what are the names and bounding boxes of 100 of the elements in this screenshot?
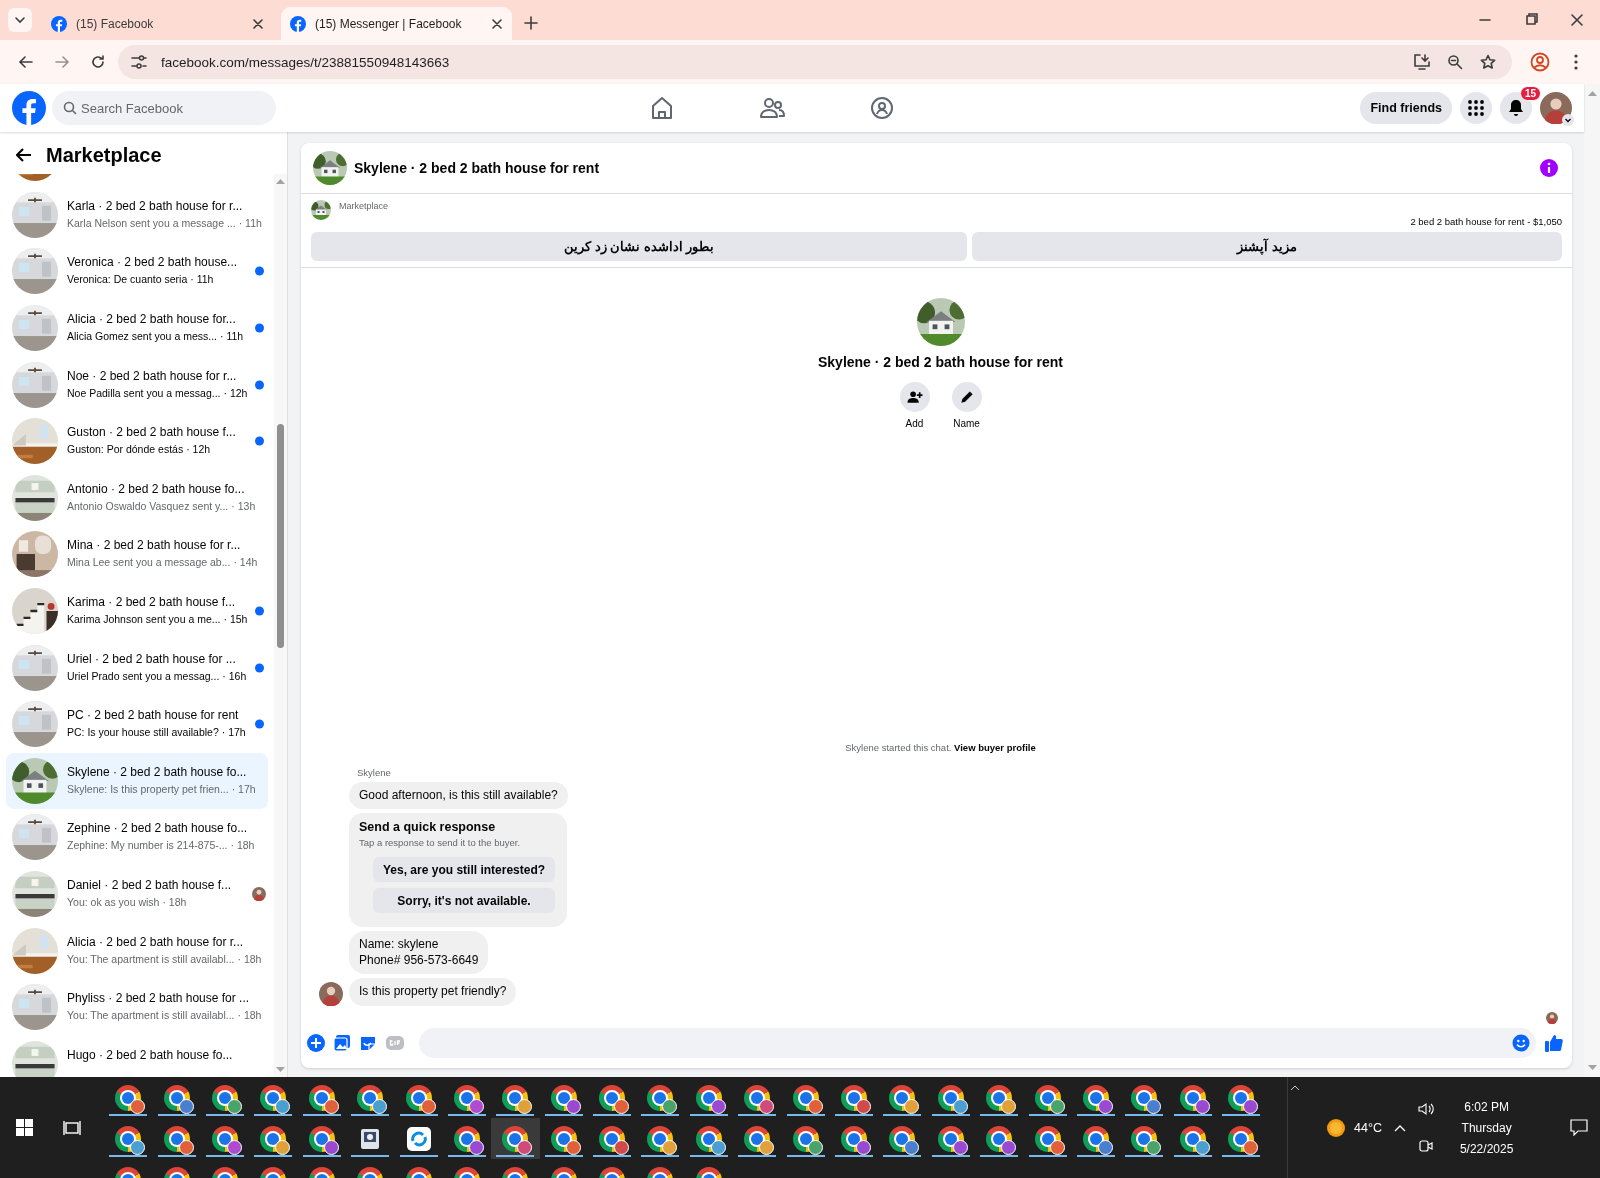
scrollbar-thumb[interactable]	[277, 424, 284, 648]
browser-icon[interactable]	[1131, 1084, 1158, 1111]
windows-start-icon[interactable]	[15, 1119, 33, 1136]
task-view-icon[interactable]	[63, 1119, 81, 1136]
browser-icon[interactable]	[744, 1084, 771, 1111]
conversation-item[interactable]: Alicia · 2 bed 2 bath house for... Alicia Gomez sent you a mess... · 11h	[6, 299, 268, 357]
notification-badge: 15	[1519, 86, 1541, 101]
browser-icon[interactable]	[260, 1125, 287, 1152]
browser-icon[interactable]	[357, 1084, 384, 1111]
more-icon[interactable]	[1574, 54, 1578, 70]
new-tab-icon[interactable]	[524, 16, 538, 30]
browser-icon[interactable]	[1228, 1125, 1255, 1152]
photo-icon[interactable]	[333, 1034, 351, 1052]
browser-icon[interactable]	[599, 1125, 626, 1152]
clock-day[interactable]: Thursday	[1461, 1120, 1512, 1135]
browser-tab[interactable]: (15) Facebook	[42, 7, 273, 40]
message-time: · 17h	[231, 782, 256, 795]
site-settings-icon[interactable]	[129, 54, 148, 70]
browser-icon[interactable]	[986, 1125, 1013, 1152]
caret-up-icon[interactable]	[1393, 1123, 1406, 1132]
browser-icon[interactable]	[1131, 1125, 1158, 1152]
browser-icon[interactable]	[841, 1125, 868, 1152]
back-arrow-icon[interactable]	[16, 148, 32, 162]
browser-icon[interactable]	[115, 1125, 142, 1152]
browser-icon[interactable]	[841, 1084, 868, 1111]
sync-icon[interactable]	[406, 1126, 431, 1151]
browser-icon[interactable]	[599, 1084, 626, 1111]
notification-icon[interactable]	[1570, 1119, 1588, 1136]
quick-reply-button[interactable]: Yes, are you still interested?	[373, 857, 556, 883]
conversation-item[interactable]: Alicia · 2 bed 2 bath house for r... You: The apartment is still availabl... · 18h	[6, 922, 268, 979]
sticker-icon[interactable]	[359, 1034, 377, 1052]
like-icon[interactable]	[1544, 1033, 1564, 1053]
clock-date[interactable]: 5/22/2025	[1459, 1141, 1514, 1156]
browser-icon[interactable]	[647, 1125, 674, 1152]
browser-icon[interactable]	[744, 1125, 771, 1152]
conversation-item[interactable]: PC · 2 bed 2 bath house for rent PC: Is your house still available? · 17h	[6, 695, 268, 753]
plus-icon[interactable]	[307, 1034, 325, 1052]
close-tab-icon[interactable]	[492, 18, 502, 29]
clock-time[interactable]: 6:02 PM	[1464, 1099, 1509, 1114]
message-input[interactable]	[419, 1028, 1536, 1058]
browser-icon[interactable]	[889, 1084, 916, 1111]
scroll-up-icon[interactable]	[1290, 1085, 1300, 1091]
profile-avatar	[1540, 92, 1572, 124]
browser-icon[interactable]	[1228, 1084, 1255, 1111]
volume-icon[interactable]	[1417, 1101, 1434, 1116]
emoji-icon[interactable]	[1512, 1034, 1530, 1052]
browser-icon[interactable]	[986, 1084, 1013, 1111]
conversation-item[interactable]: Karima · 2 bed 2 bath house f... Karima Johnson sent you a me... · 15h	[6, 582, 268, 640]
star-icon[interactable]	[1479, 54, 1496, 70]
facebook-logo-icon[interactable]	[51, 15, 67, 32]
menu-button[interactable]	[1460, 92, 1492, 124]
close-tab-icon[interactable]	[253, 18, 263, 29]
camera-icon[interactable]	[1418, 1137, 1433, 1154]
browser-icon[interactable]	[647, 1084, 674, 1111]
zoom-icon[interactable]	[1446, 54, 1463, 70]
message-time: · 11h	[220, 330, 244, 343]
browser-icon[interactable]	[115, 1084, 142, 1111]
conversation-item[interactable]: Antonio · 2 bed 2 bath house fo... Antonio Oswaldo Vasquez sent y... · 13h	[6, 469, 268, 527]
conversation-item[interactable]: Skylene · 2 bed 2 bath house fo... Skylene: Is this property pet frien... · 17h	[6, 752, 268, 810]
conversation-item[interactable]: Veronica · 2 bed 2 bath house... Veronica: De cuanto seria · 11h	[6, 243, 268, 300]
quick-reply-button[interactable]: Sorry, it's not available.	[373, 888, 556, 914]
conversation-title: Hugo · 2 bed 2 bath house fo...	[67, 1047, 233, 1063]
back-icon[interactable]	[18, 54, 34, 70]
facebook-logo-icon[interactable]	[290, 15, 306, 32]
grid-icon	[1468, 100, 1484, 116]
browser-icon[interactable]	[260, 1084, 287, 1111]
listing-action-button[interactable]: مزید آپشنز	[972, 232, 1562, 261]
conversation-item[interactable]: Noe · 2 bed 2 bath house for r... Noe Padilla sent you a messag... · 12h	[6, 356, 268, 413]
browser-icon[interactable]	[502, 1125, 529, 1152]
caret-icon[interactable]	[1562, 114, 1574, 126]
message-bubble: Is this property pet friendly?	[349, 978, 517, 1006]
info-icon[interactable]	[1540, 159, 1558, 177]
message-preview: Veronica: De cuanto seria	[67, 273, 188, 286]
profile-icon[interactable]	[1530, 52, 1550, 72]
message-time: · 12h	[186, 443, 211, 456]
conversation-item[interactable]: Daniel · 2 bed 2 bath house f... You: ok as you wish · 18h	[6, 865, 268, 923]
browser-icon[interactable]	[889, 1125, 916, 1152]
address-bar[interactable]: facebook.com/messages/t/23881550948143663	[118, 45, 1512, 79]
weather-temperature: 44°C	[1354, 1120, 1382, 1135]
search-field[interactable]: Search Facebook	[52, 91, 276, 125]
browser-icon[interactable]	[502, 1084, 529, 1111]
forward-icon[interactable]	[54, 54, 70, 70]
message-time: · 18h	[162, 896, 187, 908]
conversation-item[interactable]: Zephine · 2 bed 2 bath house fo... Zephine: My number is 214-875-... · 18h	[6, 809, 268, 866]
reload-icon[interactable]	[90, 54, 106, 70]
buyer-profile-link[interactable]: View buyer profile	[954, 741, 1036, 753]
tab-search-button[interactable]	[8, 8, 32, 32]
conversation-item[interactable]: Phyliss · 2 bed 2 bath house for ... You: The apartment is still availabl... · 18h	[6, 978, 268, 1036]
browser-tab[interactable]: (15) Messenger | Facebook	[281, 7, 512, 40]
seen-avatar	[252, 887, 266, 901]
install-icon[interactable]	[1412, 54, 1431, 70]
facebook-logo[interactable]	[12, 91, 46, 125]
conversation-item[interactable]: Guston · 2 bed 2 bath house f... Guston: Por dónde estás · 12h	[6, 412, 268, 470]
conversation-title: Alicia · 2 bed 2 bath house for...	[67, 312, 237, 328]
find-friends-button[interactable]: Find friends	[1360, 92, 1452, 124]
app-icon[interactable]	[359, 1127, 382, 1150]
conversation-item[interactable]: Mina · 2 bed 2 bath house for r... Mina Lee sent you a message ab... · 14h	[6, 526, 268, 583]
conversation-item[interactable]: Karla · 2 bed 2 bath house for r... Karla Nelson sent you a message ... · 11h	[6, 186, 268, 244]
conversation-item[interactable]: Uriel · 2 bed 2 bath house for ... Uriel Prado sent you a messag... · 16h	[6, 639, 268, 696]
listing-action-button[interactable]: بطور اداشده نشان زد کرین	[311, 232, 968, 261]
